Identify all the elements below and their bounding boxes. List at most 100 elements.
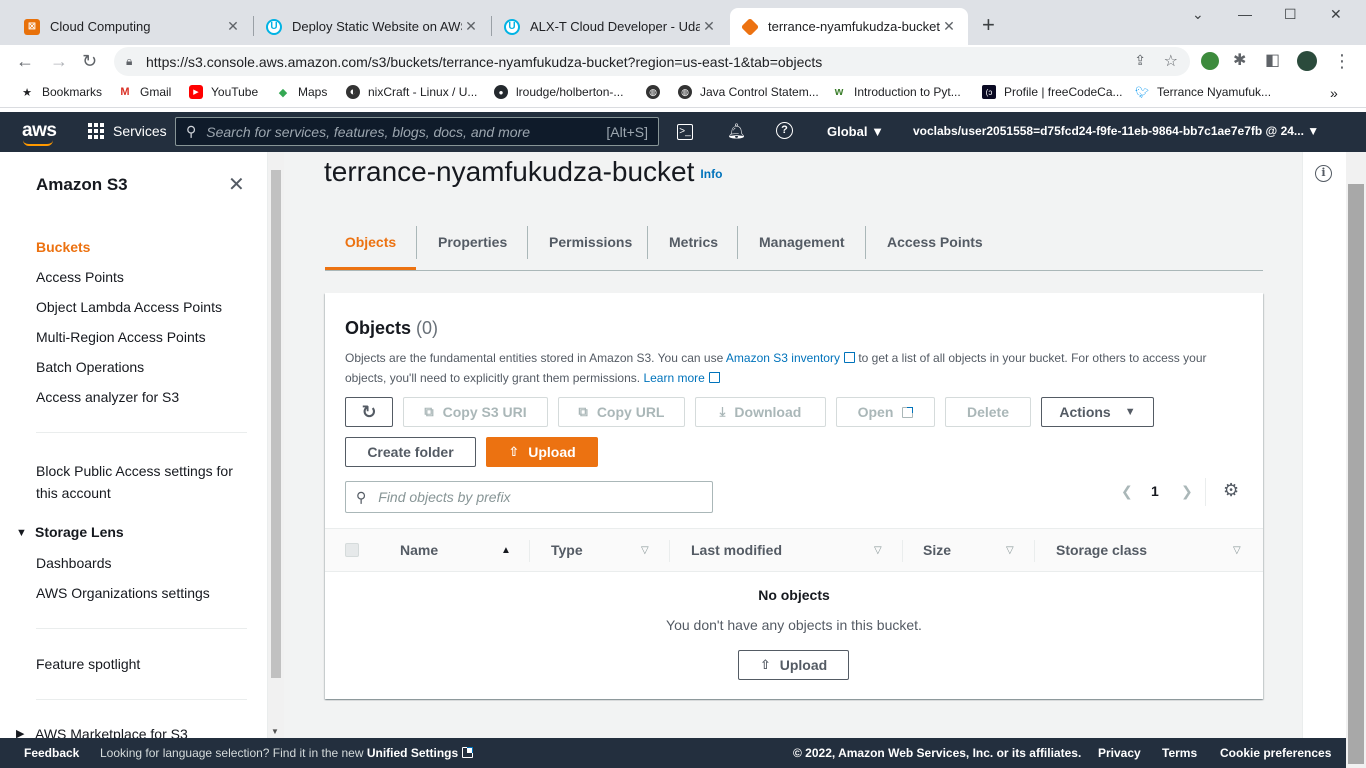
- sidebar-item-access-points[interactable]: Access Points: [36, 269, 124, 285]
- browser-tab[interactable]: U Deploy Static Website on AWS - U ✕: [254, 8, 490, 45]
- side-panel-icon[interactable]: ◧: [1265, 51, 1280, 71]
- address-bar[interactable]: 🔒︎ https://s3.console.aws.amazon.com/s3/…: [114, 47, 1190, 76]
- column-last-modified[interactable]: Last modified: [691, 542, 782, 558]
- delete-button[interactable]: Delete: [945, 397, 1031, 427]
- page-number[interactable]: 1: [1151, 483, 1159, 499]
- close-icon[interactable]: ✕: [940, 18, 958, 35]
- puzzle-icon[interactable]: ✱: [1233, 51, 1246, 71]
- column-size[interactable]: Size: [923, 542, 951, 558]
- unified-settings-link[interactable]: Unified Settings: [367, 746, 474, 760]
- refresh-button[interactable]: ↻: [345, 397, 393, 427]
- tab-properties[interactable]: Properties: [438, 224, 507, 270]
- page-scrollbar[interactable]: [1346, 152, 1366, 768]
- bookmark-item[interactable]: ◍: [646, 85, 668, 99]
- settings-gear-icon[interactable]: ⚙: [1223, 480, 1239, 501]
- copy-url-button[interactable]: ⧉ Copy URL: [558, 397, 685, 427]
- aws-search-input[interactable]: ⚲ Search for services, features, blogs, …: [175, 117, 659, 146]
- column-name[interactable]: Name: [400, 542, 438, 558]
- bookmark-item[interactable]: (ↄ Profile | freeCodeCa...: [982, 85, 1123, 99]
- cloudshell-icon[interactable]: >_: [677, 124, 693, 140]
- tab-permissions[interactable]: Permissions: [549, 224, 632, 270]
- browser-tab[interactable]: U ALX-T Cloud Developer - Udacity ✕: [492, 8, 728, 45]
- sidebar-item-dashboards[interactable]: Dashboards: [36, 555, 112, 571]
- open-button[interactable]: Open: [836, 397, 935, 427]
- sort-icon[interactable]: ▽: [1006, 545, 1014, 556]
- minimize-button[interactable]: —: [1238, 6, 1252, 22]
- download-button[interactable]: ⤓ Download: [695, 397, 826, 427]
- sidebar-item-batch-operations[interactable]: Batch Operations: [36, 359, 144, 375]
- bell-icon[interactable]: 🔔︎: [727, 122, 746, 140]
- upload-button[interactable]: ⇧ Upload: [486, 437, 598, 467]
- privacy-link[interactable]: Privacy: [1098, 746, 1141, 760]
- aws-logo[interactable]: aws: [22, 120, 57, 146]
- tab-access-points[interactable]: Access Points: [887, 224, 983, 270]
- info-icon[interactable]: i: [1315, 165, 1332, 182]
- column-type[interactable]: Type: [551, 542, 583, 558]
- bookmark-item[interactable]: ◐ nixCraft - Linux / U...: [346, 85, 477, 99]
- next-page-icon[interactable]: ❯: [1181, 483, 1193, 500]
- prev-page-icon[interactable]: ❮: [1121, 483, 1133, 500]
- sort-asc-icon[interactable]: ▲: [501, 545, 511, 556]
- object-filter-input[interactable]: ⚲ Find objects by prefix: [345, 481, 713, 513]
- bookmark-item[interactable]: ◆ Maps: [276, 85, 328, 99]
- more-bookmarks-icon[interactable]: »: [1330, 85, 1338, 101]
- tab-objects[interactable]: Objects: [325, 224, 416, 270]
- sidebar-item-access-analyzer[interactable]: Access analyzer for S3: [36, 389, 179, 405]
- sidebar-item-block-public-access[interactable]: Block Public Access settings for this acc…: [36, 460, 233, 504]
- select-all-checkbox[interactable]: [345, 543, 359, 557]
- feedback-link[interactable]: Feedback: [24, 746, 79, 760]
- close-icon[interactable]: ✕: [462, 18, 480, 35]
- sidebar-item-multi-region[interactable]: Multi-Region Access Points: [36, 329, 206, 345]
- bookmark-item[interactable]: M Gmail: [118, 85, 171, 99]
- info-link[interactable]: Info: [700, 167, 722, 181]
- bookmark-item[interactable]: ◍ Java Control Statem...: [678, 85, 819, 99]
- forward-button[interactable]: →: [50, 51, 68, 71]
- sidebar-item-object-lambda[interactable]: Object Lambda Access Points: [36, 299, 222, 315]
- copy-s3-uri-button[interactable]: ⧉ Copy S3 URI: [403, 397, 548, 427]
- bookmark-item[interactable]: ▶ YouTube: [189, 85, 258, 99]
- chevron-down-icon[interactable]: ⌄: [1192, 6, 1204, 23]
- column-storage-class[interactable]: Storage class: [1056, 542, 1147, 558]
- help-icon[interactable]: ?: [776, 122, 793, 139]
- region-selector[interactable]: Global ▼: [827, 124, 884, 139]
- terms-link[interactable]: Terms: [1162, 746, 1197, 760]
- tab-management[interactable]: Management: [759, 224, 845, 270]
- sidebar-item-feature-spotlight[interactable]: Feature spotlight: [36, 656, 140, 672]
- sort-icon[interactable]: ▽: [874, 545, 882, 556]
- sidebar-item-org-settings[interactable]: AWS Organizations settings: [36, 585, 210, 601]
- account-menu[interactable]: voclabs/user2051558=d75fcd24-f9fe-11eb-9…: [913, 124, 1319, 138]
- close-icon[interactable]: ✕: [700, 18, 718, 35]
- create-folder-button[interactable]: Create folder: [345, 437, 476, 467]
- close-icon[interactable]: ✕: [228, 172, 245, 197]
- caret-right-icon[interactable]: ▶: [16, 727, 24, 738]
- browser-tab-active[interactable]: terrance-nyamfukudza-bucket - S ✕: [730, 8, 968, 45]
- extension-icon[interactable]: [1201, 52, 1219, 70]
- sidebar-item-buckets[interactable]: Buckets: [36, 239, 90, 255]
- bookmark-item[interactable]: w Introduction to Pyt...: [832, 85, 961, 99]
- reload-button[interactable]: ↻: [82, 51, 97, 71]
- empty-upload-button[interactable]: ⇧ Upload: [738, 650, 849, 680]
- back-button[interactable]: ←: [16, 51, 34, 71]
- tab-metrics[interactable]: Metrics: [669, 224, 718, 270]
- sidebar-scrollbar[interactable]: ▼: [268, 152, 284, 738]
- bookmark-item[interactable]: ● lroudge/holberton-...: [494, 85, 623, 99]
- s3-inventory-link[interactable]: Amazon S3 inventory: [726, 351, 855, 365]
- menu-icon[interactable]: ⋮: [1333, 51, 1351, 71]
- cookie-preferences-link[interactable]: Cookie preferences: [1220, 746, 1331, 760]
- sidebar-item-marketplace[interactable]: AWS Marketplace for S3: [35, 726, 188, 738]
- window-close-button[interactable]: ✕: [1330, 6, 1342, 23]
- learn-more-link[interactable]: Learn more: [643, 371, 720, 385]
- share-icon[interactable]: ⇪: [1134, 52, 1146, 69]
- avatar[interactable]: [1297, 51, 1317, 71]
- new-tab-button[interactable]: +: [982, 14, 995, 36]
- browser-tab[interactable]: ⊠ Cloud Computing ✕: [12, 8, 252, 45]
- bookmark-star-icon[interactable]: ☆: [1164, 51, 1178, 71]
- sort-icon[interactable]: ▽: [641, 545, 649, 556]
- caret-down-icon[interactable]: ▼: [16, 527, 27, 539]
- close-icon[interactable]: ✕: [224, 18, 242, 35]
- services-menu-button[interactable]: Services: [88, 123, 167, 139]
- actions-button[interactable]: Actions ▼: [1041, 397, 1154, 427]
- bookmark-item[interactable]: 🐦︎ Terrance Nyamufuk...: [1135, 85, 1271, 99]
- bookmark-item[interactable]: ★ Bookmarks: [20, 85, 102, 99]
- sidebar-section-storage-lens[interactable]: Storage Lens: [35, 524, 124, 540]
